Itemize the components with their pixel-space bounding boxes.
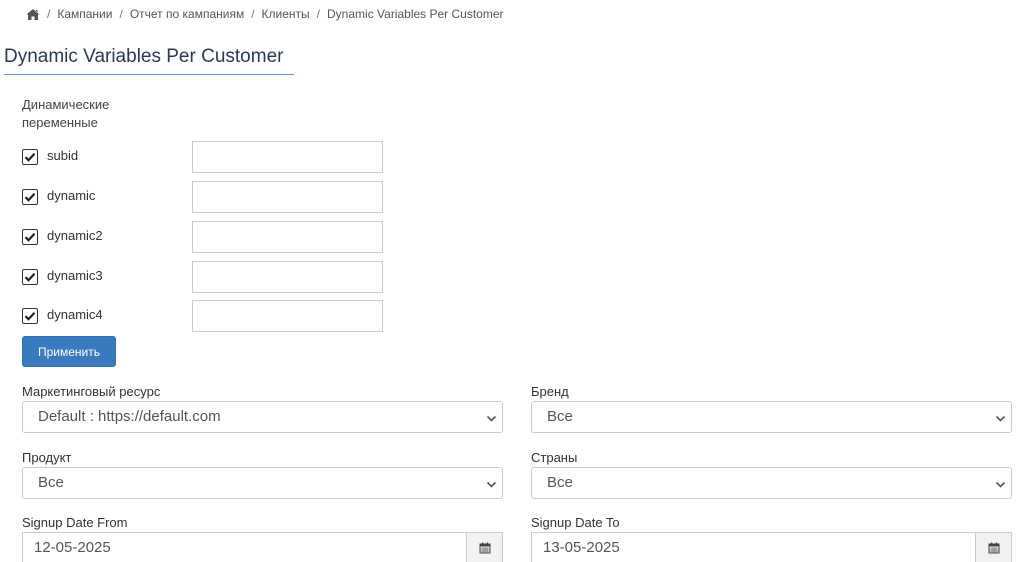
dynamic-checkbox[interactable] [22,189,38,205]
breadcrumb-item-campaign-report[interactable]: Отчет по кампаниям [130,7,244,21]
dynamic-label: dynamic [47,188,96,203]
check-icon [24,193,36,202]
var-row-subid: subid [22,141,402,173]
var-row-dynamic2: dynamic2 [22,221,402,253]
dynamic2-input[interactable] [192,221,383,253]
subid-input[interactable] [192,141,383,173]
subid-label: subid [47,148,79,163]
breadcrumb-separator: / [47,7,51,21]
chevron-down-icon [486,481,497,488]
check-icon [24,233,36,242]
marketing-resource-select[interactable]: Default : https://default.com [22,401,503,433]
breadcrumb: / Кампании / Отчет по кампаниям / Клиент… [26,6,504,22]
dynamic-input[interactable] [192,181,383,213]
title-underline [4,74,294,75]
breadcrumb-separator: / [316,7,321,21]
chevron-down-icon [995,415,1006,422]
countries-select[interactable]: Все [531,467,1012,499]
brand-select[interactable]: Все [531,401,1012,433]
countries-value: Все [547,474,573,491]
var-row-dynamic3: dynamic3 [22,261,402,293]
product-select[interactable]: Все [22,467,503,499]
dynamic4-label: dynamic4 [47,307,103,322]
signup-date-from-calendar-button[interactable] [466,533,502,562]
dynamic3-checkbox[interactable] [22,269,38,285]
check-icon [24,312,36,321]
dynamic3-input[interactable] [192,261,383,293]
check-icon [24,153,36,162]
signup-date-from-field[interactable]: 12-05-2025 [22,532,503,562]
product-label: Продукт [22,450,72,465]
dynamic4-input[interactable] [192,300,383,332]
signup-date-to-calendar-button[interactable] [975,533,1011,562]
breadcrumb-separator: / [119,7,123,21]
var-row-dynamic: dynamic [22,181,402,213]
signup-date-from-label: Signup Date From [22,515,128,530]
breadcrumb-item-current: Dynamic Variables Per Customer [327,7,504,21]
chevron-down-icon [995,481,1006,488]
marketing-resource-value: Default : https://default.com [38,408,221,425]
chevron-down-icon [486,415,497,422]
brand-label: Бренд [531,384,569,399]
dynamic2-checkbox[interactable] [22,229,38,245]
calendar-icon [479,542,491,554]
dynamic2-label: dynamic2 [47,228,103,243]
signup-date-to-field[interactable]: 13-05-2025 [531,532,1012,562]
dynamic-variables-label-line1: Динамические [22,97,110,112]
page-title: Dynamic Variables Per Customer [4,46,284,67]
brand-value: Все [547,408,573,425]
dynamic3-label: dynamic3 [47,268,103,283]
countries-label: Страны [531,450,578,465]
calendar-icon [988,542,1000,554]
breadcrumb-item-campaigns[interactable]: Кампании [57,7,112,21]
apply-button[interactable]: Применить [22,336,116,367]
product-value: Все [38,474,64,491]
dynamic4-checkbox[interactable] [22,308,38,324]
signup-date-to-label: Signup Date To [531,515,620,530]
breadcrumb-separator: / [251,7,255,21]
home-icon[interactable] [26,8,40,21]
signup-date-to-value: 13-05-2025 [543,539,620,556]
dynamic-variables-label-line2: переменные [22,115,98,130]
dynamic-variables-label: Динамические переменные [22,96,142,132]
var-row-dynamic4: dynamic4 [22,300,402,332]
signup-date-from-value: 12-05-2025 [34,539,111,556]
breadcrumb-item-customers[interactable]: Клиенты [262,7,310,21]
marketing-resource-label: Маркетинговый ресурс [22,384,161,399]
check-icon [24,273,36,282]
subid-checkbox[interactable] [22,149,38,165]
